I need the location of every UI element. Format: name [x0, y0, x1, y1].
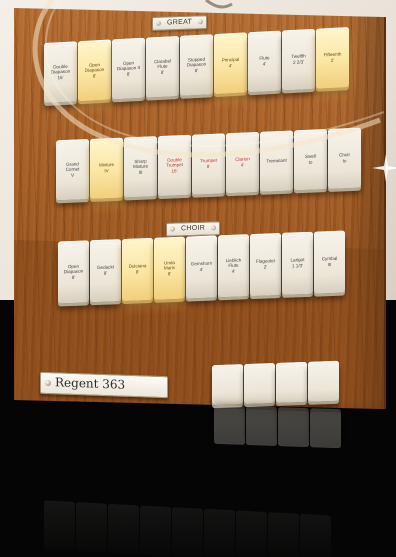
- stop-tab-great-9[interactable]: Fifteenth 2': [316, 27, 349, 89]
- stop-tab-choir-8[interactable]: Larigot 1 1/3': [282, 231, 313, 295]
- stop-tab-great-7[interactable]: Flute 4': [248, 30, 281, 93]
- partial-stop-row: [212, 360, 340, 406]
- choir-division-label: CHOIR: [166, 221, 221, 237]
- stop-tab-label: Choir to: [339, 152, 350, 164]
- stop-tab-label: Stopped Diapason 8': [186, 56, 207, 73]
- stop-tab-great2-7[interactable]: Tremulant: [260, 130, 293, 192]
- stop-tab-label: Trumpet 8': [200, 158, 217, 170]
- stop-tab-great2-6[interactable]: Clarion 4': [226, 131, 259, 194]
- stop-tab-great-5[interactable]: Stopped Diapason 8': [180, 34, 213, 96]
- stop-tab-choir-3[interactable]: Dulciana 8': [122, 237, 153, 302]
- stop-tab-label: Gemshorn 4': [190, 261, 213, 273]
- screw-icon: [156, 20, 161, 26]
- stop-tab-great2-2[interactable]: Mixture IV: [90, 137, 123, 199]
- stop-tab-label: Gedackt 8': [96, 264, 115, 276]
- stop-tab-label: Open Diapason 8': [63, 263, 84, 280]
- stop-tab-partial-2[interactable]: [244, 363, 275, 405]
- stop-tab-choir-4[interactable]: Unda Maris 8': [154, 236, 185, 300]
- stop-tab-choir-6[interactable]: Lieblich Flute 4': [218, 234, 249, 298]
- stop-tab-choir-1[interactable]: Open Diapason 8': [58, 240, 89, 304]
- stop-tab-great2-5[interactable]: Trumpet 8': [192, 133, 225, 195]
- stop-tab-great2-8[interactable]: Swell to: [294, 129, 327, 191]
- screw-icon: [198, 19, 204, 25]
- stop-tab-partial-4[interactable]: [308, 360, 339, 402]
- stop-tab-great-6[interactable]: Principal 4': [214, 32, 247, 95]
- stop-tab-label: Lieblich Flute 4': [225, 257, 242, 274]
- great-stop-row-2: Grand Cornet V Mixture IV Sharp Mixture …: [56, 127, 362, 201]
- stop-tab-label: Clarion 4': [235, 156, 250, 168]
- stop-tab-label: Clarabel Flute 8': [153, 57, 172, 75]
- stop-tab-great-2[interactable]: Open Diapason 8': [78, 39, 111, 102]
- reflection-fade: [14, 400, 396, 557]
- stop-tab-great-8[interactable]: Twelfth 2 2/3': [282, 28, 315, 91]
- stop-tab-label: Dulciana 8': [128, 263, 147, 275]
- stop-tab-great2-3[interactable]: Sharp Mixture III: [124, 136, 157, 198]
- stop-tab-great-3[interactable]: Open Diapason II 8': [112, 37, 145, 100]
- stop-tab-great2-9[interactable]: Choir to: [328, 127, 361, 190]
- stop-tab-label: Swell to: [305, 153, 316, 165]
- stop-tab-partial-3[interactable]: [276, 361, 307, 403]
- stop-tab-choir-5[interactable]: Gemshorn 4': [186, 235, 217, 299]
- stop-tab-label: Open Diapason II 8': [116, 59, 141, 77]
- choir-stop-row: Open Diapason 8' Gedackt 8' Dulciana 8' …: [58, 230, 346, 304]
- stop-tab-great-4[interactable]: Clarabel Flute 8': [146, 35, 179, 98]
- stop-tab-label: Twelfth 2 2/3': [291, 53, 306, 65]
- stop-tab-label: Cymbal III: [321, 256, 338, 268]
- stop-tab-label: Double Trumpet 16': [166, 156, 183, 174]
- stop-tab-great-1[interactable]: Double Diapason 16': [44, 41, 77, 104]
- stop-tab-choir-2[interactable]: Gedackt 8': [90, 239, 121, 303]
- stop-tab-label: Flageolet 2': [256, 258, 275, 270]
- stop-tab-label: Tremulant: [266, 157, 287, 164]
- stop-tab-label: Flute 4': [259, 55, 270, 67]
- stop-tab-choir-7[interactable]: Flageolet 2': [250, 232, 281, 297]
- stop-tab-label: Fifteenth 2': [323, 51, 342, 63]
- stop-tab-label: Double Diapason 16': [50, 63, 71, 81]
- stop-tab-great2-1[interactable]: Grand Cornet V: [56, 139, 89, 201]
- screw-icon: [170, 226, 175, 232]
- stop-tab-label: Unda Maris 8': [163, 259, 176, 277]
- screw-icon: [45, 379, 51, 387]
- great-division-label: GREAT: [152, 15, 208, 31]
- screw-icon: [211, 225, 217, 231]
- model-name: Regent 363: [55, 375, 126, 392]
- stop-tab-great2-4[interactable]: Double Trumpet 16': [158, 134, 191, 197]
- organ-console: GREAT Double Diapason 16' Open Diapason …: [14, 8, 396, 557]
- stop-tab-label: Mixture IV: [98, 162, 115, 174]
- stop-tab-label: Sharp Mixture III: [132, 158, 149, 175]
- stop-tab-label: Grand Cornet V: [65, 161, 80, 178]
- stop-tab-label: Open Diapason 8': [84, 61, 105, 79]
- stop-tab-label: Larigot 1 1/3': [290, 257, 305, 269]
- stop-tab-choir-9[interactable]: Cymbal III: [314, 230, 345, 294]
- stop-tab-label: Principal 4': [221, 57, 240, 69]
- model-nameplate: Regent 363: [40, 371, 168, 399]
